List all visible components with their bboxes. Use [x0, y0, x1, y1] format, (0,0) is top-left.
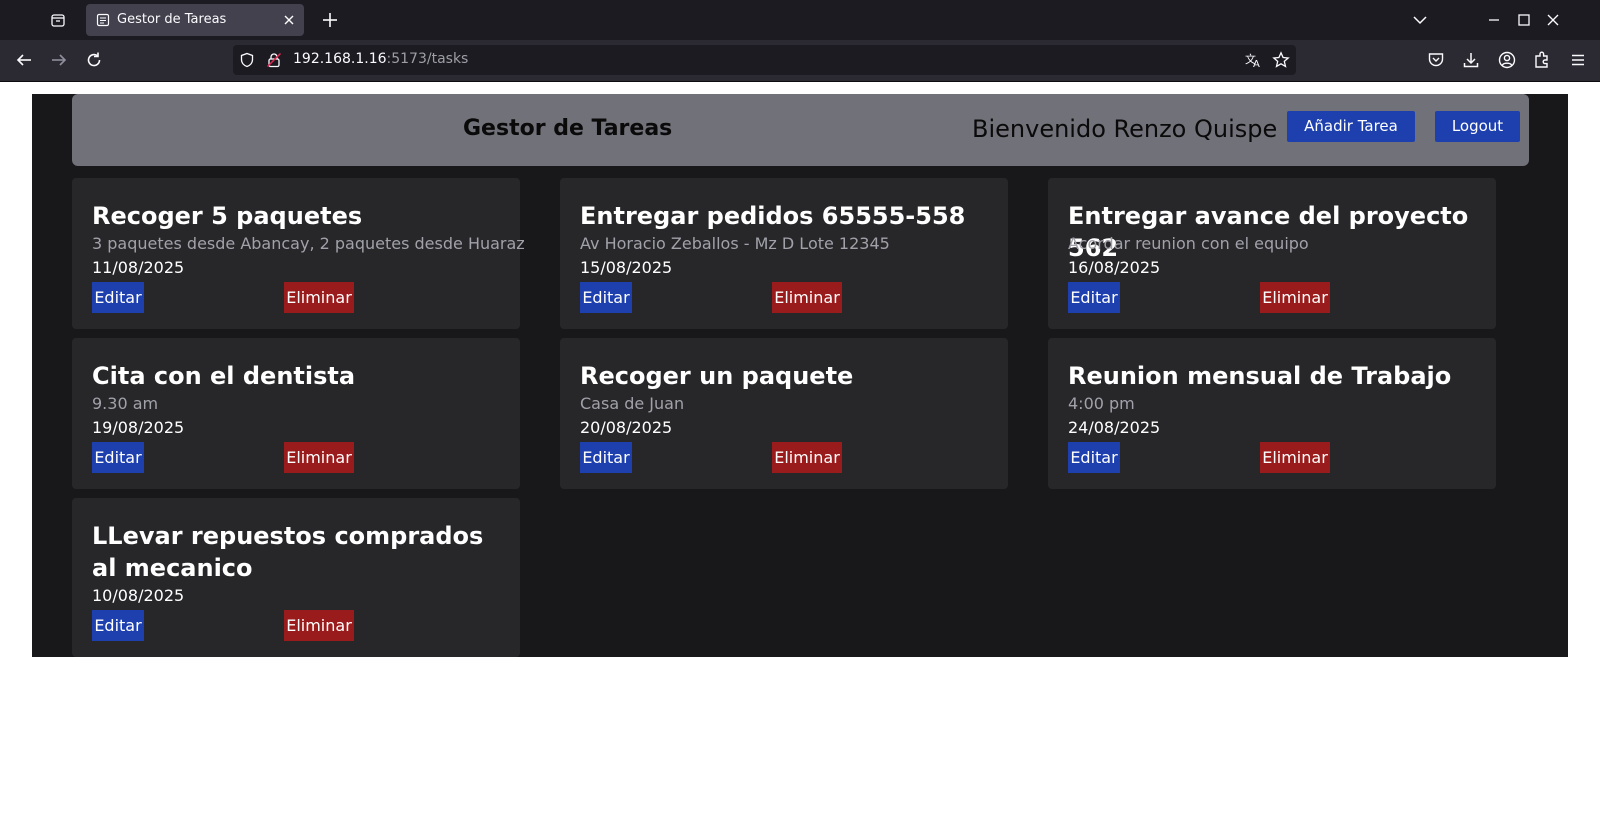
task-date: 20/08/2025 [580, 418, 673, 437]
task-card: Reunion mensual de Trabajo 4:00 pm 24/08… [1048, 338, 1496, 489]
close-tab-icon[interactable] [282, 13, 296, 27]
task-card: Recoger 5 paquetes 3 paquetes desde Aban… [72, 178, 525, 329]
task-card: LLevar repuestos comprados al mecanico 1… [72, 498, 520, 657]
pocket-icon[interactable] [1426, 50, 1446, 70]
url-text[interactable]: 192.168.1.16:5173/tasks [293, 51, 468, 67]
edit-button[interactable]: Editar [580, 442, 632, 473]
app-header: Gestor de Tareas Bienvenido Renzo Quispe… [72, 94, 1529, 166]
back-icon[interactable] [14, 50, 34, 70]
add-task-button[interactable]: Añadir Tarea [1287, 111, 1415, 142]
task-description: 9.30 am [92, 394, 159, 413]
task-card: Entregar pedidos 65555-558 Av Horacio Ze… [560, 178, 1008, 329]
translate-icon[interactable]: 文A [1245, 52, 1263, 68]
task-description: Av Horacio Zeballos - Mz D Lote 12345 [580, 234, 890, 253]
extensions-icon[interactable] [1532, 50, 1552, 70]
edit-button[interactable]: Editar [1068, 282, 1120, 313]
delete-button[interactable]: Eliminar [1260, 282, 1330, 313]
delete-button[interactable]: Eliminar [772, 442, 842, 473]
maximize-icon[interactable] [1514, 10, 1534, 30]
task-date: 10/08/2025 [92, 586, 185, 605]
url-path: :5173/tasks [386, 51, 469, 67]
edit-button[interactable]: Editar [92, 610, 144, 641]
delete-button[interactable]: Eliminar [284, 610, 354, 641]
tab-title: Gestor de Tareas [117, 12, 227, 27]
delete-button[interactable]: Eliminar [284, 442, 354, 473]
task-card: Cita con el dentista 9.30 am 19/08/2025 … [72, 338, 520, 489]
task-date: 24/08/2025 [1068, 418, 1161, 437]
svg-text:A: A [1253, 59, 1260, 68]
task-card: Entregar avance del proyecto 562 Acordar… [1048, 178, 1496, 329]
reload-icon[interactable] [84, 50, 104, 70]
edit-button[interactable]: Editar [580, 282, 632, 313]
task-description: 4:00 pm [1068, 394, 1135, 413]
task-title: Recoger un paquete [580, 362, 854, 390]
minimize-icon[interactable] [1484, 10, 1504, 30]
task-title: Recoger 5 paquetes [92, 202, 363, 230]
task-title: Entregar pedidos 65555-558 [580, 202, 966, 230]
bookmark-star-icon[interactable] [1272, 51, 1290, 69]
edit-button[interactable]: Editar [92, 282, 144, 313]
task-description: Casa de Juan [580, 394, 685, 413]
task-description: Acordar reunion con el equipo [1068, 234, 1309, 253]
task-date: 15/08/2025 [580, 258, 673, 277]
chevron-down-icon[interactable] [1410, 10, 1430, 30]
page-icon [96, 13, 110, 27]
task-card: Recoger un paquete Casa de Juan 20/08/20… [560, 338, 1008, 489]
task-title: Entregar avance del proyecto 562 [1068, 202, 1469, 262]
insecure-lock-icon[interactable] [266, 52, 282, 68]
task-description: 3 paquetes desde Abancay, 2 paquetes des… [92, 234, 525, 253]
forward-icon[interactable] [49, 50, 69, 70]
task-title: Cita con el dentista [92, 362, 356, 390]
shield-icon[interactable] [239, 52, 255, 68]
new-tab-icon[interactable] [320, 10, 340, 30]
app-container: Gestor de Tareas Bienvenido Renzo Quispe… [32, 94, 1568, 657]
menu-icon[interactable] [1568, 50, 1588, 70]
delete-button[interactable]: Eliminar [284, 282, 354, 313]
browser-tab[interactable]: Gestor de Tareas [86, 4, 304, 36]
logout-button[interactable]: Logout [1435, 111, 1520, 142]
tab-list-icon[interactable] [46, 8, 70, 32]
task-date: 16/08/2025 [1068, 258, 1161, 277]
edit-button[interactable]: Editar [1068, 442, 1120, 473]
delete-button[interactable]: Eliminar [772, 282, 842, 313]
edit-button[interactable]: Editar [92, 442, 144, 473]
delete-button[interactable]: Eliminar [1260, 442, 1330, 473]
address-bar[interactable]: 192.168.1.16:5173/tasks 文A [233, 45, 1296, 75]
download-icon[interactable] [1461, 50, 1481, 70]
account-icon[interactable] [1497, 50, 1517, 70]
task-title: Reunion mensual de Trabajo [1068, 362, 1452, 390]
browser-tab-bar: Gestor de Tareas [0, 0, 1600, 40]
page-title: Gestor de Tareas [463, 116, 673, 141]
browser-nav-bar: 192.168.1.16:5173/tasks 文A [0, 40, 1600, 82]
task-title: LLevar repuestos comprados al mecanico [92, 522, 484, 582]
close-window-icon[interactable] [1543, 10, 1563, 30]
task-date: 19/08/2025 [92, 418, 185, 437]
welcome-message: Bienvenido Renzo Quispe [972, 115, 1278, 143]
url-host: 192.168.1.16 [293, 51, 387, 67]
task-date: 11/08/2025 [92, 258, 185, 277]
